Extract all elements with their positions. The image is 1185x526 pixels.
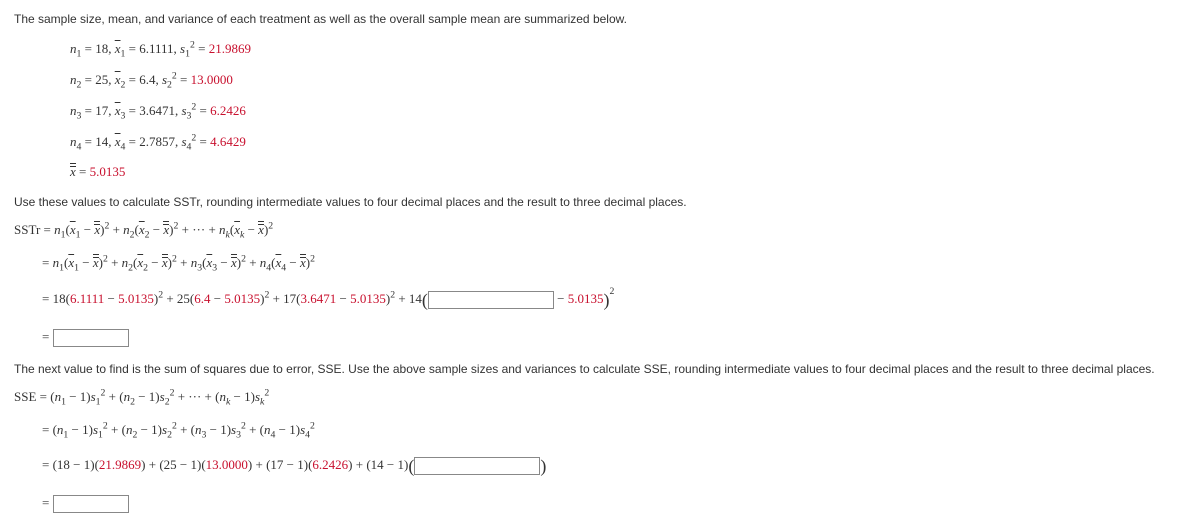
sse-s4-input[interactable]	[414, 457, 540, 475]
sstr-result-line: =	[42, 327, 1171, 348]
sample4-line: n4 = 14, x4 = 2.7857, s42 = 4.6429	[70, 132, 1171, 153]
sse-formula-expanded: = (n1 − 1)s12 + (n2 − 1)s22 + (n3 − 1)s3…	[42, 420, 1171, 441]
sstr-result-input[interactable]	[53, 329, 129, 347]
sse-formula-generic: SSE = (n1 − 1)s12 + (n2 − 1)s22 + ··· + …	[14, 387, 1171, 408]
sstr-formula-expanded: = n1(x1 − x)2 + n2(x2 − x)2 + n3(x3 − x)…	[42, 253, 1171, 274]
sse-numeric-line: = (18 − 1)(21.9869) + (25 − 1)(13.0000) …	[42, 452, 1171, 481]
sample3-line: n3 = 17, x3 = 3.6471, s32 = 6.2426	[70, 101, 1171, 122]
sse-result-line: =	[42, 493, 1171, 514]
sample1-line: n1 = 18, x1 = 6.1111, s12 = 21.9869	[70, 39, 1171, 60]
sstr-numeric-line: = 18(6.1111 − 5.0135)2 + 25(6.4 − 5.0135…	[42, 286, 1171, 315]
sstr-x4-input[interactable]	[428, 291, 554, 309]
sse-result-input[interactable]	[53, 495, 129, 513]
sse-intro-text: The next value to find is the sum of squ…	[14, 360, 1171, 379]
grand-mean-line: x = 5.0135	[70, 162, 1171, 183]
sstr-formula-generic: SSTr = n1(x1 − x)2 + n2(x2 − x)2 + ··· +…	[14, 220, 1171, 241]
sample2-line: n2 = 25, x2 = 6.4, s22 = 13.0000	[70, 70, 1171, 91]
sstr-intro-text: Use these values to calculate SSTr, roun…	[14, 193, 1171, 212]
intro-text: The sample size, mean, and variance of e…	[14, 10, 1171, 29]
